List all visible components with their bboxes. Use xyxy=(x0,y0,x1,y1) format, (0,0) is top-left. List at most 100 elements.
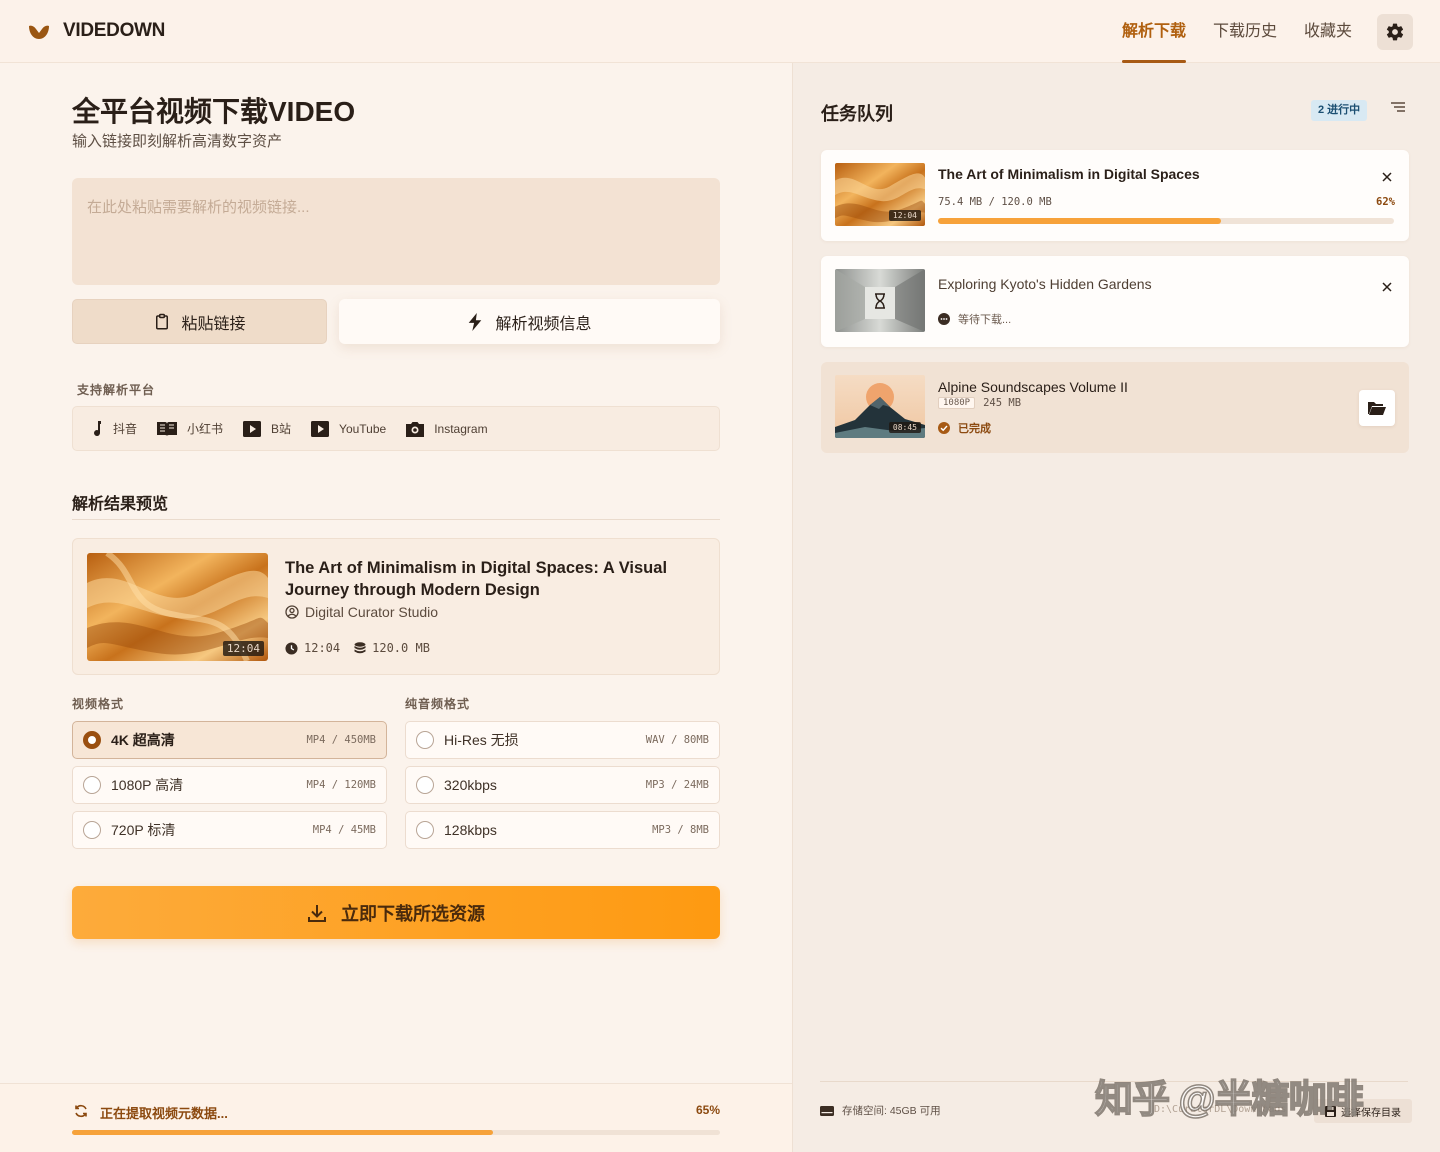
task-title: Alpine Soundscapes Volume II xyxy=(938,379,1128,395)
app-logo[interactable]: VIDEDOWN xyxy=(28,20,165,42)
platform-youtube: YouTube xyxy=(311,420,386,437)
sort-icon[interactable] xyxy=(1390,101,1406,115)
format-option-hires[interactable]: Hi-Res 无损 WAV / 80MB xyxy=(405,721,720,759)
app-name: VIDEDOWN xyxy=(63,20,166,41)
check-circle-icon xyxy=(938,422,950,434)
platform-xiaohongshu: 小红书 xyxy=(157,420,223,437)
clock-icon xyxy=(285,641,298,655)
radio-button[interactable] xyxy=(83,821,101,839)
format-option-4k[interactable]: 4K 超高清 MP4 / 450MB xyxy=(72,721,387,759)
lightning-icon xyxy=(469,312,482,331)
task-title: The Art of Minimalism in Digital Spaces xyxy=(938,166,1200,182)
task-percent: 62% xyxy=(1376,196,1395,208)
task-item: Exploring Kyoto's Hidden Gardens 等待下载... xyxy=(821,256,1409,347)
youtube-icon xyxy=(311,420,330,437)
nav-favorites[interactable]: 收藏夹 xyxy=(1304,0,1352,63)
task-progress-track xyxy=(938,218,1394,224)
task-title: Exploring Kyoto's Hidden Gardens xyxy=(938,276,1152,292)
platform-bilibili: B站 xyxy=(243,420,291,437)
parse-video-label: 解析视频信息 xyxy=(495,315,592,333)
music-note-icon xyxy=(94,420,101,436)
task-size: 245 MB xyxy=(983,397,1022,409)
nav-download-history[interactable]: 下载历史 xyxy=(1213,0,1277,63)
video-format-label: 视频格式 xyxy=(72,697,125,711)
task-status: 等待下载... xyxy=(938,311,1011,327)
task-thumbnail: 08:45 xyxy=(835,375,925,438)
video-title: The Art of Minimalism in Digital Spaces:… xyxy=(285,559,668,599)
logo-icon xyxy=(29,25,49,39)
task-duration: 08:45 xyxy=(888,422,921,433)
platform-instagram: Instagram xyxy=(406,421,488,437)
close-icon[interactable] xyxy=(1379,279,1395,295)
task-item: 08:45 Alpine Soundscapes Volume II 1080P… xyxy=(821,362,1409,453)
video-meta: 12:04 120.0 MB xyxy=(285,641,444,655)
refresh-icon xyxy=(75,1104,87,1118)
resolution-tag: 1080P xyxy=(938,397,976,409)
meta-duration: 12:04 xyxy=(304,641,341,655)
result-section-title: 解析结果预览 xyxy=(72,496,169,513)
task-info: 1080P 245 MB xyxy=(938,397,1021,409)
page-subtitle: 输入链接即刻解析高清数字资产 xyxy=(72,133,283,150)
video-author: Digital Curator Studio xyxy=(285,604,438,620)
paste-link-label: 粘贴链接 xyxy=(181,315,246,333)
video-result-card: 12:04 The Art of Minimalism in Digital S… xyxy=(72,538,720,675)
format-option-320kbps[interactable]: 320kbps MP3 / 24MB xyxy=(405,766,720,804)
book-icon xyxy=(157,422,178,436)
open-folder-button[interactable] xyxy=(1359,390,1395,426)
status-progress-track xyxy=(72,1130,720,1135)
top-header: VIDEDOWN 解析下载 下载历史 收藏夹 xyxy=(0,0,1440,63)
camera-icon xyxy=(406,421,425,437)
task-queue-panel: 任务队列 2 进行中 12:04 The Art of Minimalism i… xyxy=(792,63,1440,1152)
play-icon xyxy=(243,420,262,437)
task-thumbnail xyxy=(835,269,925,332)
main-nav: 解析下载 下载历史 收藏夹 xyxy=(1122,0,1379,63)
user-circle-icon xyxy=(285,605,299,619)
radio-button[interactable] xyxy=(83,731,101,749)
platform-douyin: 抖音 xyxy=(93,420,137,437)
format-option-720p[interactable]: 720P 标清 MP4 / 45MB xyxy=(72,811,387,849)
folder-icon xyxy=(1368,402,1386,415)
audio-format-label: 纯音频格式 xyxy=(405,697,471,711)
download-selected-button[interactable]: 立即下载所选资源 xyxy=(72,886,720,939)
platform-list: 抖音 小红书 B站 YouTube Instagram xyxy=(72,406,720,451)
status-progress-fill xyxy=(72,1130,494,1135)
queue-title: 任务队列 xyxy=(821,104,893,124)
more-dots-icon xyxy=(938,313,950,325)
nav-parse-download[interactable]: 解析下载 xyxy=(1122,0,1187,63)
parse-video-button[interactable]: 解析视频信息 xyxy=(339,299,720,344)
radio-button[interactable] xyxy=(416,821,434,839)
platforms-label: 支持解析平台 xyxy=(77,383,156,397)
status-bar: 正在提取视频元数据... 65% xyxy=(0,1083,792,1152)
meta-size: 120.0 MB xyxy=(372,641,430,655)
hard-drive-icon xyxy=(820,1105,834,1116)
settings-button[interactable] xyxy=(1377,14,1413,50)
task-thumbnail: 12:04 xyxy=(835,163,925,226)
watermark: 知乎 @半糖咖啡 xyxy=(1094,1078,1364,1122)
active-count-badge: 2 进行中 xyxy=(1311,100,1368,121)
format-option-128kbps[interactable]: 128kbps MP3 / 8MB xyxy=(405,811,720,849)
close-icon[interactable] xyxy=(1379,169,1395,185)
format-option-1080p[interactable]: 1080P 高清 MP4 / 120MB xyxy=(72,766,387,804)
divider xyxy=(72,519,720,520)
download-icon xyxy=(308,904,326,922)
task-duration: 12:04 xyxy=(888,210,921,221)
task-item: 12:04 The Art of Minimalism in Digital S… xyxy=(821,150,1409,241)
radio-button[interactable] xyxy=(416,731,434,749)
url-input[interactable] xyxy=(72,178,720,285)
task-size: 75.4 MB / 120.0 MB xyxy=(938,196,1052,208)
status-percent: 65% xyxy=(696,1103,721,1117)
download-selected-label: 立即下载所选资源 xyxy=(341,903,485,924)
task-progress-fill xyxy=(938,218,1221,224)
task-status: 已完成 xyxy=(938,420,991,436)
radio-button[interactable] xyxy=(83,776,101,794)
gear-icon xyxy=(1386,23,1404,41)
paste-link-button[interactable]: 粘贴链接 xyxy=(72,299,327,344)
storage-info: 存储空间: 45GB 可用 xyxy=(820,1103,941,1118)
status-text: 正在提取视频元数据... xyxy=(100,1106,228,1121)
database-icon xyxy=(354,641,366,653)
duration-badge: 12:04 xyxy=(222,641,264,656)
hourglass-icon xyxy=(875,293,885,309)
radio-button[interactable] xyxy=(416,776,434,794)
video-thumbnail: 12:04 xyxy=(87,553,268,661)
page-title: 全平台视频下载VIDEO xyxy=(72,96,356,127)
